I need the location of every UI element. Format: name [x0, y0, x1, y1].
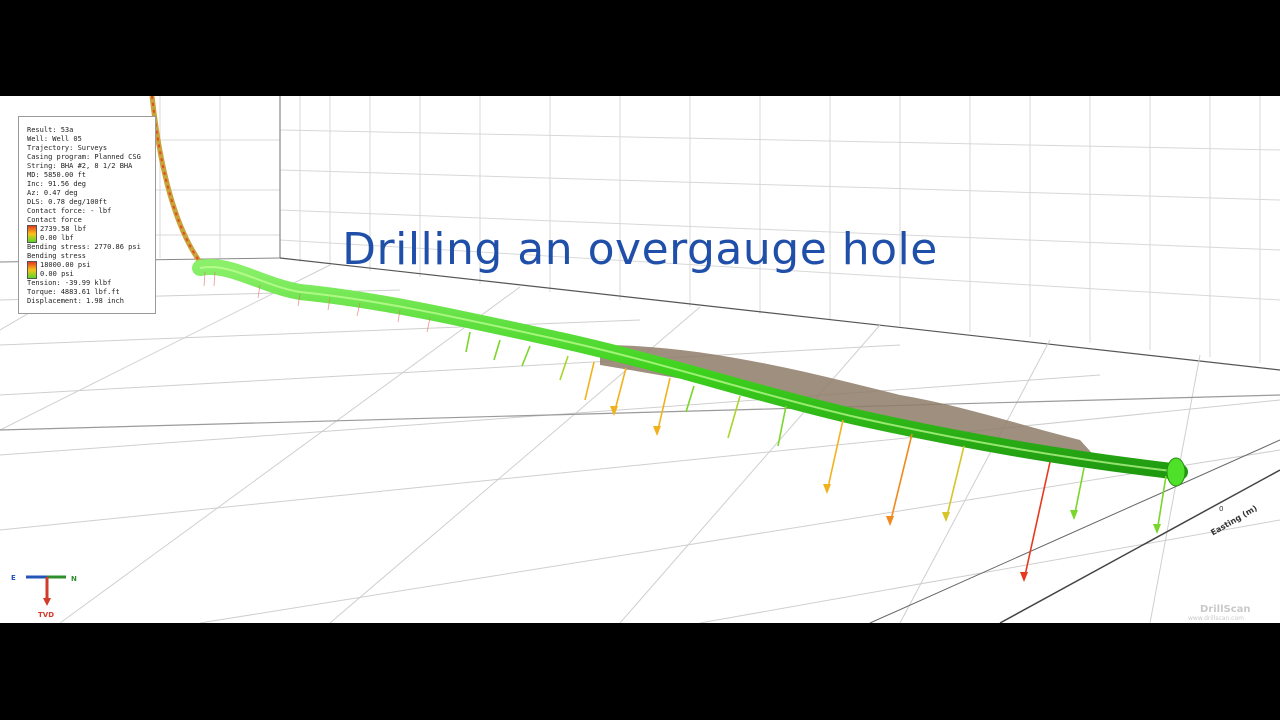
bending-stress-legend: 18000.00 psi 0.00 psi: [27, 261, 155, 279]
letterbox-bottom: [0, 623, 1280, 720]
axis-tvd-label: TVD: [38, 611, 55, 619]
info-well: Well: Well 05: [27, 135, 82, 143]
axis-e-label: E: [11, 574, 16, 582]
info-md: MD: 5850.00 ft: [27, 171, 87, 179]
info-tension: Tension: -39.99 klbf: [27, 279, 112, 287]
info-string: String: BHA #2, 8 1/2 BHA: [27, 162, 133, 170]
result-info-panel: Result: 53a Well: Well 05 Trajectory: Su…: [18, 116, 156, 314]
drillscan-logo: DrillScan: [1200, 604, 1251, 615]
drillscan-url: www.drillscan.com: [1188, 615, 1244, 622]
letterbox-top: [0, 0, 1280, 96]
contact-force-max: 2739.58 lbf: [40, 225, 87, 233]
contact-force-min: 0.00 lbf: [40, 234, 74, 242]
contact-force-color-scale: [27, 225, 37, 243]
easting-zero-tick: 0: [1219, 505, 1224, 513]
info-trajectory: Trajectory: Surveys: [27, 144, 108, 152]
3d-viewport[interactable]: Drilling an overgauge hole: [0, 96, 1280, 623]
contact-force-legend: 2739.58 lbf 0.00 lbf: [27, 225, 155, 243]
bit-end: [1166, 457, 1186, 487]
info-inc: Inc: 91.56 deg: [27, 180, 87, 188]
axis-n-label: N: [71, 575, 77, 583]
info-dls: DLS: 0.78 deg/100ft: [27, 198, 108, 206]
info-bending-stress-value: Bending stress: 2770.86 psi: [27, 243, 141, 251]
info-contact-force-value: Contact force: - lbf: [27, 207, 112, 215]
info-result: Result: 53a: [27, 126, 74, 134]
scene-canvas[interactable]: [0, 96, 1280, 623]
bending-stress-min: 0.00 psi: [40, 270, 74, 278]
info-casing-program: Casing program: Planned CSG: [27, 153, 141, 161]
info-displacement: Displacement: 1.98 inch: [27, 297, 124, 305]
info-contact-force-title: Contact force: [27, 216, 82, 224]
info-az: Az: 0.47 deg: [27, 189, 78, 197]
info-torque: Torque: 4883.61 lbf.ft: [27, 288, 120, 296]
bending-stress-max: 18000.00 psi: [40, 261, 91, 269]
info-bending-stress-title: Bending stress: [27, 252, 87, 260]
bending-stress-color-scale: [27, 261, 37, 279]
video-title: Drilling an overgauge hole: [342, 224, 938, 275]
